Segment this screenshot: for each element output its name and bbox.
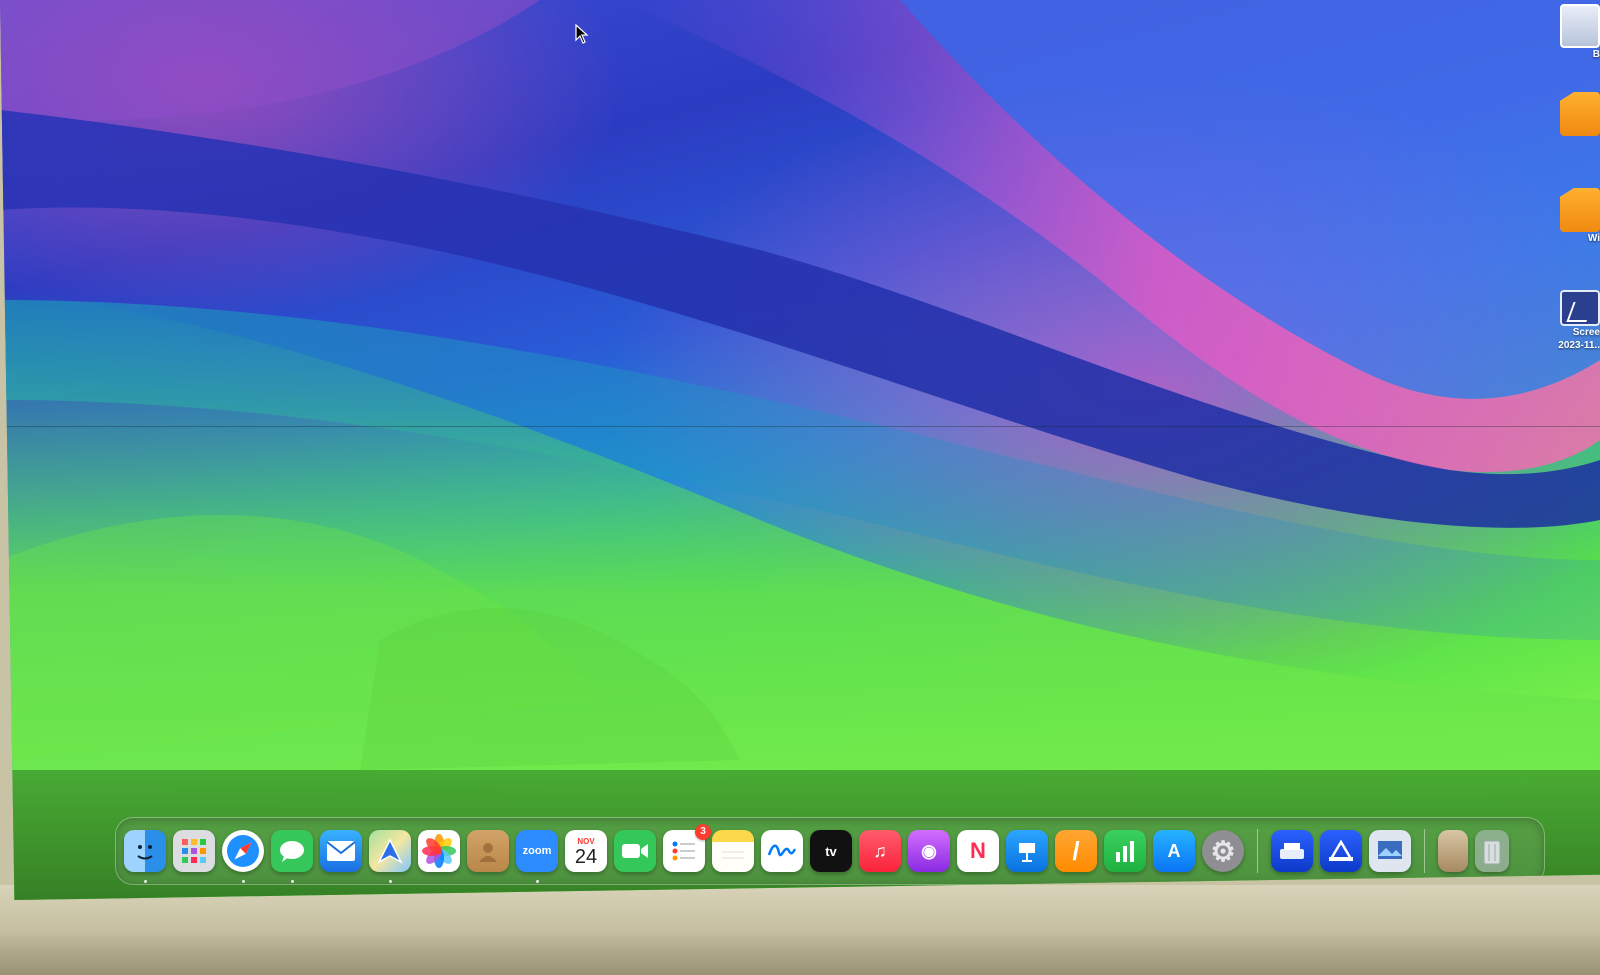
maps-icon[interactable] <box>369 830 411 883</box>
downloads-stack-icon[interactable] <box>1438 830 1468 872</box>
scanner-icon[interactable] <box>1271 830 1313 872</box>
running-indicator <box>241 880 245 883</box>
calendar-day: 24 <box>574 845 598 868</box>
running-indicator <box>388 880 392 883</box>
calendar-icon[interactable]: NOV 24 <box>565 830 607 872</box>
photos-icon[interactable] <box>418 830 460 872</box>
reminders-badge: 3 <box>695 824 711 840</box>
pages-icon[interactable]: / <box>1055 830 1097 872</box>
mail-icon[interactable] <box>320 830 362 872</box>
desktop-item-screenshot[interactable]: Scree 2023-11.. <box>1520 290 1600 352</box>
folder-icon <box>1560 92 1600 136</box>
finder-icon[interactable] <box>124 830 166 883</box>
zoom-label: zoom <box>522 845 552 857</box>
running-indicator <box>535 880 539 883</box>
news-icon[interactable]: N <box>957 830 999 872</box>
desktop-item-label: B <box>1592 49 1600 60</box>
desktop-item-b[interactable]: B <box>1520 4 1600 61</box>
keynote-icon[interactable] <box>1006 830 1048 872</box>
launchpad-icon[interactable] <box>173 830 215 872</box>
wallpaper <box>0 0 1600 900</box>
preview-icon[interactable] <box>1369 830 1411 872</box>
folder-icon <box>1560 188 1600 232</box>
app-store-icon[interactable]: A <box>1153 830 1195 872</box>
drive-icon <box>1560 4 1600 48</box>
dock-separator <box>1257 829 1258 873</box>
pages-glyph: / <box>1072 835 1080 866</box>
music-icon[interactable]: ♫ <box>859 830 901 872</box>
tv-label: tv <box>825 843 837 859</box>
freeform-icon[interactable] <box>761 830 803 872</box>
dock: zoom NOV 24 3 tv ♫ ◉ N / A ⚙ <box>115 817 1545 885</box>
bezel-shadow <box>0 930 1600 975</box>
dock-separator <box>1424 829 1425 873</box>
zoom-icon[interactable]: zoom <box>516 830 558 883</box>
desktop-screen: B Wi Scree 2023-11.. zoom NOV 24 3 tv ♫ … <box>0 0 1600 900</box>
desktop-item-label: 2023-11.. <box>1558 340 1600 351</box>
safari-icon[interactable] <box>222 830 264 883</box>
mouse-cursor-icon <box>575 24 589 44</box>
appletv-icon[interactable]: tv <box>810 830 852 872</box>
app-store-glyph: A <box>1167 840 1181 861</box>
screenshot-icon <box>1560 290 1600 326</box>
desktop-item-folder[interactable] <box>1520 92 1600 136</box>
contacts-icon[interactable] <box>467 830 509 872</box>
music-glyph: ♫ <box>873 840 887 861</box>
notes-icon[interactable] <box>712 830 754 872</box>
numbers-icon[interactable] <box>1104 830 1146 872</box>
screen-glare-line <box>0 426 1600 427</box>
scanner-icon[interactable] <box>1320 830 1362 872</box>
settings-glyph: ⚙ <box>1210 835 1236 867</box>
gear-icon[interactable]: ⚙ <box>1202 830 1244 872</box>
podcasts-icon[interactable]: ◉ <box>908 830 950 872</box>
trash-icon[interactable] <box>1475 830 1509 872</box>
news-glyph: N <box>970 838 986 863</box>
podcasts-glyph: ◉ <box>921 840 937 861</box>
reminders-icon[interactable]: 3 <box>663 824 711 872</box>
desktop-item-label: Scree <box>1572 327 1600 338</box>
calendar-month: NOV <box>577 836 595 846</box>
running-indicator <box>143 880 147 883</box>
desktop-item-label: Wi <box>1587 233 1600 244</box>
running-indicator <box>290 880 294 883</box>
messages-icon[interactable] <box>271 830 313 883</box>
desktop-item-wi[interactable]: Wi <box>1520 188 1600 245</box>
facetime-icon[interactable] <box>614 830 656 872</box>
